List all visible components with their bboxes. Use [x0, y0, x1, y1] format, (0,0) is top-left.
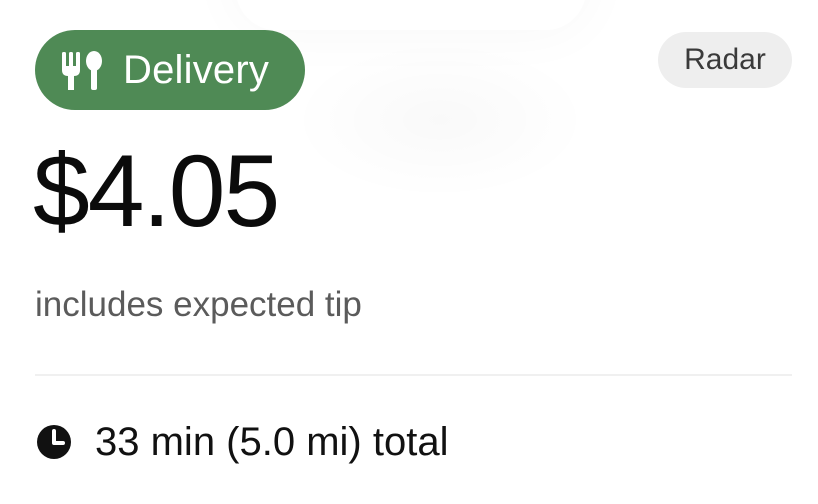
- trip-summary-text: 33 min (5.0 mi) total: [95, 420, 449, 464]
- background-glow: [290, 40, 590, 200]
- top-sheet-edge: [236, 0, 586, 30]
- clock-icon: [35, 423, 73, 461]
- fork-knife-icon: [57, 46, 105, 94]
- fare-amount: $4.05: [33, 134, 280, 248]
- fare-note: includes expected tip: [35, 285, 362, 324]
- divider: [35, 374, 792, 376]
- radar-button[interactable]: Radar: [658, 32, 792, 88]
- trip-offer-card[interactable]: Delivery Radar $4.05 includes expected t…: [0, 0, 818, 504]
- delivery-label: Delivery: [123, 48, 270, 92]
- trip-summary-row: 33 min (5.0 mi) total: [35, 422, 448, 462]
- delivery-badge: Delivery: [35, 30, 305, 110]
